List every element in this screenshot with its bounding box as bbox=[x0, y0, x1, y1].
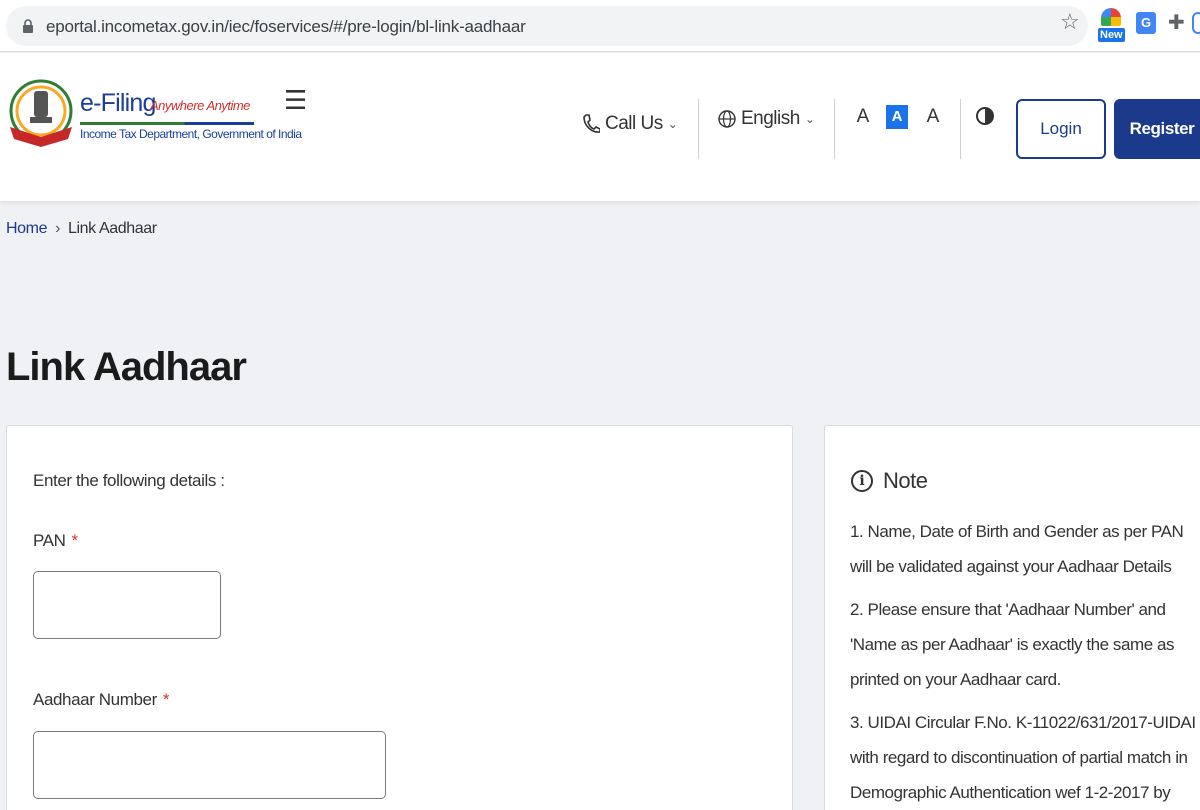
breadcrumb-home-link[interactable]: Home bbox=[6, 220, 47, 238]
note-card: i Note 1. Name, Date of Birth and Gender… bbox=[824, 425, 1200, 810]
address-bar[interactable]: eportal.incometax.gov.in/iec/foservices/… bbox=[6, 6, 1088, 46]
lock-icon[interactable] bbox=[22, 19, 34, 33]
income-tax-emblem-logo[interactable] bbox=[6, 73, 76, 153]
efiling-brand: e-Filing bbox=[80, 89, 156, 117]
note-header: i Note bbox=[851, 468, 928, 494]
decrease-font-button[interactable]: A bbox=[852, 105, 874, 129]
link-aadhaar-form-card: Enter the following details : PAN * Aadha… bbox=[6, 425, 793, 810]
required-marker: * bbox=[71, 531, 79, 550]
pan-label: PAN * bbox=[33, 531, 78, 551]
header-divider bbox=[834, 99, 835, 159]
note-item: 3. UIDAI Circular F.No. K-11022/631/2017… bbox=[850, 713, 1196, 802]
contrast-toggle-icon[interactable] bbox=[976, 107, 994, 125]
breadcrumb: Home › Link Aadhaar bbox=[6, 220, 157, 238]
note-item: 2. Please ensure that 'Aadhaar Number' a… bbox=[850, 600, 1175, 689]
logo-underline bbox=[80, 122, 254, 125]
required-marker: * bbox=[162, 690, 170, 709]
breadcrumb-separator: › bbox=[55, 220, 61, 237]
aadhaar-number-label: Aadhaar Number * bbox=[33, 690, 169, 710]
increase-font-button[interactable]: A bbox=[922, 105, 944, 129]
phone-icon bbox=[583, 114, 600, 133]
header-divider bbox=[960, 99, 961, 159]
aadhaar-number-input[interactable] bbox=[33, 731, 386, 799]
login-button[interactable]: Login bbox=[1016, 99, 1106, 159]
note-list: 1. Name, Date of Birth and Gender as per… bbox=[850, 514, 1200, 810]
chevron-down-icon: ⌄ bbox=[667, 117, 678, 131]
call-us-label: Call Us bbox=[605, 113, 663, 134]
normal-font-button[interactable]: A bbox=[886, 105, 908, 129]
brand-tagline: Anywhere Anytime bbox=[150, 98, 250, 113]
breadcrumb-current: Link Aadhaar bbox=[68, 220, 157, 237]
form-intro-text: Enter the following details : bbox=[33, 471, 225, 490]
url-text[interactable]: eportal.incometax.gov.in/iec/foservices/… bbox=[46, 17, 526, 37]
extensions-puzzle-icon[interactable]: ✚ bbox=[1168, 10, 1185, 35]
pan-label-text: PAN bbox=[33, 531, 66, 550]
extension-new-badge: New bbox=[1098, 28, 1125, 42]
call-us-dropdown[interactable]: Call Us ⌄ bbox=[582, 113, 678, 135]
note-item: 1. Name, Date of Birth and Gender as per… bbox=[850, 522, 1184, 576]
globe-icon bbox=[718, 110, 736, 128]
profile-icon[interactable] bbox=[1192, 12, 1200, 34]
site-header: e-Filing Anywhere Anytime Income Tax Dep… bbox=[0, 53, 1200, 201]
chevron-down-icon: ⌄ bbox=[804, 112, 815, 126]
header-divider bbox=[698, 99, 699, 159]
pan-input[interactable] bbox=[33, 571, 221, 639]
department-name: Income Tax Department, Government of Ind… bbox=[80, 127, 302, 141]
info-icon: i bbox=[851, 470, 873, 492]
note-title: Note bbox=[883, 468, 928, 493]
bookmark-star-icon[interactable]: ☆ bbox=[1060, 9, 1080, 35]
browser-toolbar: eportal.incometax.gov.in/iec/foservices/… bbox=[0, 0, 1200, 52]
language-label: English bbox=[741, 108, 800, 129]
register-button[interactable]: Register bbox=[1114, 99, 1200, 159]
page-title: Link Aadhaar bbox=[6, 345, 247, 389]
extension-new-icon[interactable]: New bbox=[1098, 8, 1125, 46]
translate-extension-icon[interactable]: G bbox=[1136, 12, 1156, 34]
hamburger-menu-icon[interactable]: ☰ bbox=[284, 87, 307, 113]
aadhaar-label-text: Aadhaar Number bbox=[33, 690, 157, 709]
language-selector[interactable]: English ⌄ bbox=[718, 108, 815, 130]
